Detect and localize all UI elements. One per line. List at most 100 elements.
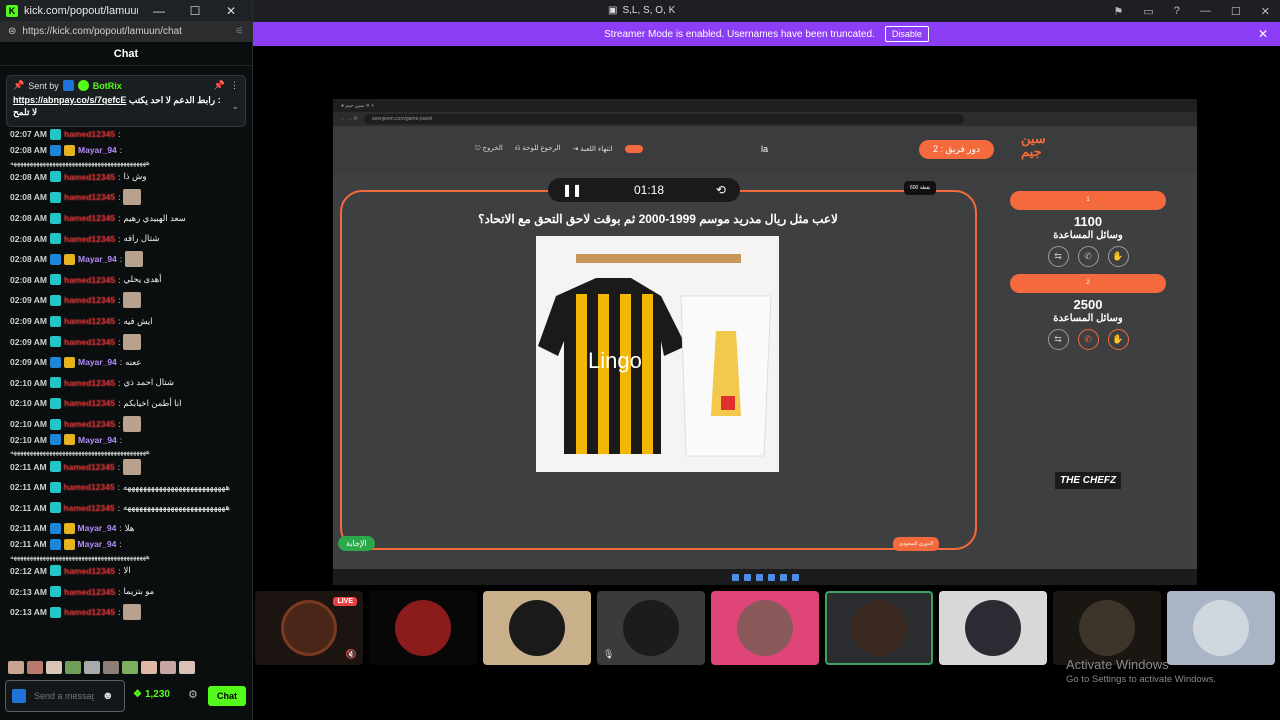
chat-message[interactable]: 02:09 AM Mayar_94: ععنه bbox=[0, 352, 252, 373]
chat-message[interactable]: 02:12 AM hamed12345: الا bbox=[0, 561, 252, 582]
message-text: ههههههههههههههههههههههههههه bbox=[122, 502, 230, 513]
participant-tile[interactable] bbox=[711, 591, 819, 665]
message-username[interactable]: Mayar_94 bbox=[78, 523, 117, 533]
message-username[interactable]: hamed12345 bbox=[64, 129, 115, 139]
chat-window-title: kick.com/popout/lamuun/chat - ... bbox=[24, 4, 138, 17]
maximize-button[interactable]: ☐ bbox=[1231, 5, 1241, 18]
message-username[interactable]: hamed12345 bbox=[64, 295, 115, 305]
chat-message[interactable]: 02:13 AM hamed12345: bbox=[0, 602, 252, 623]
message-username[interactable]: Mayar_94 bbox=[78, 539, 117, 549]
message-username[interactable]: hamed12345 bbox=[64, 419, 115, 429]
participant-tile-speaking[interactable] bbox=[825, 591, 933, 665]
pin-icon-2[interactable]: 📌 ⋮ bbox=[214, 80, 239, 91]
participant-tile[interactable] bbox=[369, 591, 477, 665]
chat-message[interactable]: 02:10 AM hamed12345: bbox=[0, 414, 252, 435]
pinned-message[interactable]: 📌 Sent by BotRix 📌 ⋮ https://abnpay.co/s… bbox=[6, 75, 246, 127]
chat-message[interactable]: 02:08 AM hamed12345: bbox=[0, 187, 252, 208]
message-username[interactable]: hamed12345 bbox=[64, 337, 115, 347]
chat-message[interactable]: 02:08 AM hamed12345: شتال رافه bbox=[0, 228, 252, 249]
chat-message[interactable]: 02:07 AM hamed12345: bbox=[0, 124, 252, 145]
participant-tile[interactable] bbox=[1167, 591, 1275, 665]
emoji-picker-icon[interactable]: ☻ bbox=[102, 690, 114, 702]
message-username[interactable]: hamed12345 bbox=[64, 503, 115, 513]
emote-icon[interactable] bbox=[179, 661, 195, 674]
emote-icon[interactable] bbox=[46, 661, 62, 674]
site-info-icon[interactable]: ⊜ bbox=[8, 26, 16, 37]
emote-icon[interactable] bbox=[160, 661, 176, 674]
disable-streamer-mode-button[interactable]: Disable bbox=[884, 26, 929, 42]
pinned-sender[interactable]: BotRix bbox=[93, 81, 122, 91]
chat-message[interactable]: 02:08 AM hamed12345: أهدى يحلي bbox=[0, 270, 252, 291]
message-username[interactable]: hamed12345 bbox=[64, 462, 115, 472]
user-badge-icon bbox=[50, 191, 62, 203]
emote-icon[interactable] bbox=[84, 661, 100, 674]
chat-message[interactable]: 02:10 AM hamed12345: شتال احمد ذي bbox=[0, 373, 252, 394]
chat-message[interactable]: 02:08 AM hamed12345: وش ذا bbox=[0, 167, 252, 188]
close-banner-icon[interactable]: ✕ bbox=[1258, 27, 1268, 41]
shared-screen[interactable]: ● سين جيم ✕ + ← → ⟳ seenjeem.com/game-pa… bbox=[333, 99, 1197, 585]
screen-share-icon[interactable]: ▭ bbox=[1143, 5, 1153, 18]
chat-message-list[interactable]: 02:07 AM hamed12345:02:08 AM Mayar_94: هههه… bbox=[0, 124, 252, 654]
participant-tile[interactable] bbox=[939, 591, 1047, 665]
message-username[interactable]: Mayar_94 bbox=[78, 357, 117, 367]
close-button[interactable]: ✕ bbox=[216, 4, 246, 18]
message-username[interactable]: Mayar_94 bbox=[78, 435, 117, 445]
flag-icon[interactable]: ⚑ bbox=[1114, 5, 1124, 18]
message-username[interactable]: hamed12345 bbox=[64, 316, 115, 326]
chat-message[interactable]: 02:11 AM Mayar_94: ههههههههههههههههههههههه… bbox=[0, 538, 252, 561]
participant-tile[interactable] bbox=[1053, 591, 1161, 665]
message-username[interactable]: hamed12345 bbox=[64, 398, 115, 408]
minimize-button[interactable]: — bbox=[144, 4, 174, 18]
chat-url-bar[interactable]: ⊜ https://kick.com/popout/lamuun/chat ⚟ bbox=[0, 21, 252, 42]
participant-tile[interactable]: 🎙 bbox=[597, 591, 705, 665]
participant-tile[interactable] bbox=[483, 591, 591, 665]
chat-window-titlebar: K kick.com/popout/lamuun/chat - ... — ☐ … bbox=[0, 0, 252, 21]
message-username[interactable]: Mayar_94 bbox=[78, 145, 117, 155]
message-username[interactable]: hamed12345 bbox=[64, 234, 115, 244]
chat-message[interactable]: 02:08 AM Mayar_94: bbox=[0, 249, 252, 270]
chat-message-input[interactable] bbox=[34, 691, 94, 701]
chevron-down-icon[interactable]: ⌄ bbox=[231, 101, 239, 112]
close-button[interactable]: ✕ bbox=[1261, 5, 1270, 18]
chat-message[interactable]: 02:10 AM hamed12345: انا أطمن اخيابكم bbox=[0, 393, 252, 414]
chat-message[interactable]: 02:11 AM hamed12345: ههههههههههههههههههههه… bbox=[0, 498, 252, 519]
message-username[interactable]: hamed12345 bbox=[64, 607, 115, 617]
chat-message[interactable]: 02:08 AM Mayar_94: ههههههههههههههههههههههه… bbox=[0, 144, 252, 167]
maximize-button[interactable]: ☐ bbox=[180, 4, 210, 18]
emote-icon[interactable] bbox=[65, 661, 81, 674]
chat-message[interactable]: 02:11 AM Mayar_94: هلا bbox=[0, 518, 252, 539]
message-username[interactable]: hamed12345 bbox=[64, 378, 115, 388]
message-username[interactable]: hamed12345 bbox=[64, 213, 115, 223]
message-username[interactable]: hamed12345 bbox=[64, 587, 115, 597]
chat-message[interactable]: 02:11 AM hamed12345: ههههههههههههههههههههه… bbox=[0, 477, 252, 498]
channel-points[interactable]: ❖ 1,230 bbox=[133, 689, 170, 700]
gear-icon[interactable]: ⚙ bbox=[188, 688, 198, 701]
message-username[interactable]: Mayar_94 bbox=[78, 254, 117, 264]
chat-input-box[interactable]: ☻ bbox=[5, 680, 125, 712]
chat-message[interactable]: 02:11 AM hamed12345: bbox=[0, 456, 252, 477]
message-username[interactable]: hamed12345 bbox=[64, 566, 115, 576]
emote-icon[interactable] bbox=[103, 661, 119, 674]
emote-icon[interactable] bbox=[27, 661, 43, 674]
message-username[interactable]: hamed12345 bbox=[64, 482, 115, 492]
emote-icon[interactable] bbox=[8, 661, 24, 674]
participant-tile[interactable]: LIVE 🔇 bbox=[255, 591, 363, 665]
minimize-button[interactable]: — bbox=[1200, 5, 1211, 18]
chat-message[interactable]: 02:13 AM hamed12345: مو بتزيما bbox=[0, 581, 252, 602]
pinned-link[interactable]: https://abnpay.co/s/7qefcE bbox=[13, 95, 126, 105]
message-username[interactable]: hamed12345 bbox=[64, 192, 115, 202]
message-username[interactable]: hamed12345 bbox=[64, 275, 115, 285]
chat-message[interactable]: 02:10 AM Mayar_94: ههههههههههههههههههههههه… bbox=[0, 434, 252, 456]
emote-strip[interactable] bbox=[8, 661, 195, 674]
emote-icon[interactable] bbox=[141, 661, 157, 674]
chat-message[interactable]: 02:09 AM hamed12345: bbox=[0, 331, 252, 352]
participant-avatar bbox=[395, 600, 451, 656]
chat-message[interactable]: 02:09 AM hamed12345: ايش فيه bbox=[0, 311, 252, 332]
site-settings-icon[interactable]: ⚟ bbox=[235, 26, 244, 37]
chat-message[interactable]: 02:09 AM hamed12345: bbox=[0, 290, 252, 311]
emote-icon[interactable] bbox=[122, 661, 138, 674]
chat-send-button[interactable]: Chat bbox=[208, 686, 246, 706]
chat-message[interactable]: 02:08 AM hamed12345: سعد الهبيدي رهيم bbox=[0, 208, 252, 229]
help-icon[interactable]: ? bbox=[1174, 5, 1180, 18]
message-username[interactable]: hamed12345 bbox=[64, 172, 115, 182]
